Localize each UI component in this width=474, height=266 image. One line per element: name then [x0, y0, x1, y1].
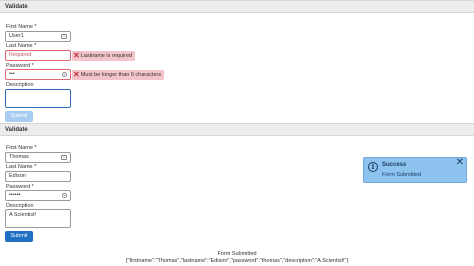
toast-title: Success [382, 162, 407, 168]
password-value-2: •••••• [9, 192, 21, 198]
eye-icon[interactable] [62, 72, 67, 77]
error-x-icon: ✕ [73, 70, 80, 79]
contact-card-icon: ▪▪ [61, 34, 67, 39]
panel-header-2: Validate [0, 123, 474, 136]
panel-header-1: Validate [0, 0, 474, 13]
first-name-value: User1 [9, 33, 24, 39]
last-name-label: Last Name * [6, 43, 37, 49]
last-name-placeholder: Required [9, 52, 32, 58]
close-icon[interactable]: ✕ [456, 158, 464, 168]
last-name-label-2: Last Name * [6, 164, 37, 170]
eye-icon[interactable] [62, 193, 67, 198]
first-name-value-2: Thomas [9, 154, 29, 160]
last-name-error-text: Lastname is required [80, 53, 133, 59]
last-name-field-2[interactable]: Edison [5, 171, 71, 182]
error-x-icon: ✕ [73, 51, 80, 60]
description-value-2: A Scientist! [9, 212, 37, 218]
password-value: ••• [9, 71, 15, 77]
result-json: {"firstname":"Thomas","lastname":"Edison… [125, 258, 349, 264]
password-field-2[interactable]: •••••• [5, 190, 71, 201]
description-label: Description [6, 82, 34, 88]
contact-card-icon: ▪▪ [61, 155, 67, 160]
last-name-value-2: Edison [9, 173, 26, 179]
first-name-label: First Name * [6, 24, 37, 30]
validate-panel-2: Validate [0, 123, 474, 136]
first-name-field[interactable]: User1 ▪▪ [5, 31, 71, 42]
first-name-field-2[interactable]: Thomas ▪▪ [5, 152, 71, 163]
result-title: Form Submitted [217, 251, 257, 257]
first-name-label-2: First Name * [6, 145, 37, 151]
password-field[interactable]: ••• [5, 69, 71, 80]
success-toast: i Success Form Submitted ✕ [363, 157, 467, 183]
last-name-error: ✕Lastname is required [72, 51, 136, 61]
password-error-text: Must be longer than 6 characters [80, 72, 162, 78]
description-textarea[interactable] [5, 89, 71, 108]
description-textarea-2[interactable]: A Scientist! [5, 209, 71, 228]
submit-button-2[interactable]: Submit [5, 231, 33, 242]
info-icon: i [368, 162, 378, 172]
last-name-field[interactable]: Required [5, 50, 71, 61]
toast-message: Form Submitted [382, 172, 422, 178]
password-error: ✕Must be longer than 6 characters [72, 70, 165, 80]
validate-panel-1: Validate [0, 0, 474, 13]
submit-button-1[interactable]: Submit [5, 111, 33, 122]
